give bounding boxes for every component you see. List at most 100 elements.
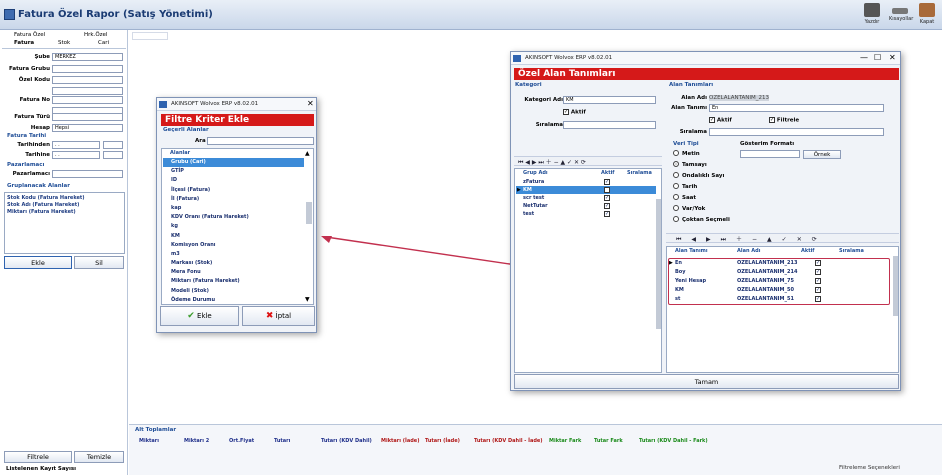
date-from-time-input[interactable] bbox=[103, 141, 123, 149]
row-active-checkbox[interactable]: ✓ bbox=[604, 195, 610, 201]
list-item[interactable]: Miktarı (Fatura Hareket) bbox=[163, 277, 304, 286]
list-item[interactable]: Stok Adı (Fatura Hareket) bbox=[7, 202, 79, 208]
display-format-input[interactable] bbox=[740, 150, 800, 158]
fields-list[interactable]: Alanlar ▲ ▼ Grubu (Cari) GTİP ID İlçesi (Fa… bbox=[161, 148, 314, 305]
list-item[interactable]: kap bbox=[163, 204, 304, 213]
special-code-input[interactable] bbox=[52, 76, 123, 84]
field-navigator[interactable]: ⏮◀▶⏭＋−▲✓✕⟳ bbox=[666, 233, 899, 243]
list-item[interactable]: Modeli (Stok) bbox=[163, 287, 304, 296]
list-item[interactable]: Ödeme Durumu bbox=[163, 296, 304, 305]
close-icon[interactable]: ✕ bbox=[307, 99, 314, 108]
row-active-checkbox[interactable]: ✓ bbox=[815, 296, 821, 302]
scrollbar-thumb[interactable] bbox=[893, 256, 898, 316]
sales-select[interactable] bbox=[52, 170, 123, 178]
list-item[interactable]: Mera Fonu bbox=[163, 268, 304, 277]
shortcuts-button[interactable]: Kısayollar bbox=[889, 2, 913, 28]
group-list[interactable]: Stok Kodu (Fatura Hareket) Stok Adı (Fat… bbox=[4, 192, 125, 254]
add-group-button[interactable]: Ekle bbox=[4, 256, 72, 269]
type-option[interactable]: Saat bbox=[673, 194, 730, 205]
scroll-down-icon[interactable]: ▼ bbox=[305, 296, 310, 303]
table-row[interactable]: Boy OZELALANTANIM_214 ✓ bbox=[669, 268, 889, 277]
table-row[interactable]: zFatura ✓ bbox=[516, 178, 656, 186]
type-option[interactable]: Tamsayı bbox=[673, 161, 730, 172]
scrollbar-thumb[interactable] bbox=[656, 199, 661, 329]
minimize-icon[interactable]: — bbox=[860, 53, 868, 62]
list-item[interactable]: İl (Fatura) bbox=[163, 195, 304, 204]
row-active-checkbox[interactable]: ✓ bbox=[604, 179, 610, 185]
list-item[interactable]: Miktarı (Fatura Hareket) bbox=[7, 209, 76, 215]
field-order-input[interactable] bbox=[709, 128, 884, 136]
field-def-input[interactable]: En bbox=[709, 104, 884, 112]
table-row[interactable]: NetTutar ✓ bbox=[516, 202, 656, 210]
search-input[interactable] bbox=[207, 137, 314, 145]
row-active-checkbox[interactable]: ✓ bbox=[815, 287, 821, 293]
account-select[interactable]: Hepsi bbox=[52, 124, 123, 132]
table-row[interactable]: Yeni Hesap OZELALANTANIM_75 ✓ bbox=[669, 277, 889, 286]
field-active-checkbox[interactable]: ✓ Aktif bbox=[709, 117, 732, 124]
type-option[interactable]: Ondalıklı Sayı bbox=[673, 172, 730, 183]
table-row[interactable]: scr test ✓ bbox=[516, 194, 656, 202]
example-button[interactable]: Örnek bbox=[803, 150, 841, 159]
close-icon[interactable]: ✕ bbox=[889, 53, 896, 62]
date-from-input[interactable]: . . bbox=[52, 141, 100, 149]
radio-icon[interactable] bbox=[673, 205, 679, 211]
add-criteria-button[interactable]: ✔ Ekle bbox=[160, 306, 239, 326]
scroll-up-icon[interactable]: ▲ bbox=[305, 150, 310, 157]
category-active-checkbox[interactable]: ✓ Aktif bbox=[563, 109, 586, 116]
radio-icon[interactable] bbox=[673, 183, 679, 189]
radio-icon[interactable] bbox=[673, 194, 679, 200]
list-item[interactable]: İlçesi (Fatura) bbox=[163, 186, 304, 195]
list-item[interactable]: Komisyon Oranı bbox=[163, 241, 304, 250]
tab-fatura-ozel[interactable]: Fatura Özel bbox=[14, 32, 45, 38]
row-active-checkbox[interactable]: ✓ bbox=[815, 269, 821, 275]
radio-icon[interactable] bbox=[673, 150, 679, 156]
invoice-no-input[interactable] bbox=[52, 96, 123, 104]
tab-hrk-ozel[interactable]: Hrk.Özel bbox=[84, 32, 107, 38]
type-option[interactable]: Tarih bbox=[673, 183, 730, 194]
row-active-checkbox[interactable]: ✓ bbox=[815, 260, 821, 266]
list-item[interactable]: KM bbox=[163, 232, 304, 241]
field-grid[interactable]: Alan Tanımı Alan Adı Aktif Sıralama En OZ… bbox=[666, 246, 899, 373]
radio-icon[interactable] bbox=[673, 172, 679, 178]
type-option[interactable]: Metin bbox=[673, 150, 730, 161]
print-button[interactable]: Yazdır bbox=[861, 2, 883, 28]
list-item[interactable]: Stok Kodu (Fatura Hareket) bbox=[7, 195, 85, 201]
branch-select[interactable]: MERKEZ bbox=[52, 53, 123, 61]
list-item[interactable]: KDV Oranı (Fatura Hareket) bbox=[163, 213, 304, 222]
delete-group-button[interactable]: Sil bbox=[74, 256, 124, 269]
date-to-time-input[interactable] bbox=[103, 151, 123, 159]
list-item[interactable]: Grubu (Cari) bbox=[163, 158, 304, 168]
maximize-icon[interactable]: ☐ bbox=[874, 53, 881, 62]
date-to-input[interactable]: . . bbox=[52, 151, 100, 159]
table-row[interactable]: st OZELALANTANIM_51 ✓ bbox=[669, 295, 889, 304]
list-item[interactable]: GTİP bbox=[163, 167, 304, 176]
row-active-checkbox[interactable]: ✓ bbox=[604, 203, 610, 209]
row-active-checkbox[interactable]: ✓ bbox=[604, 211, 610, 217]
tab-cari[interactable]: Cari bbox=[98, 40, 109, 46]
tab-stok[interactable]: Stok bbox=[58, 40, 70, 46]
special-code-extra-input[interactable] bbox=[52, 87, 123, 95]
list-item[interactable]: ID bbox=[163, 176, 304, 185]
list-item[interactable]: kg bbox=[163, 222, 304, 231]
close-button[interactable]: Kapat bbox=[916, 2, 938, 28]
list-item[interactable]: m3 bbox=[163, 250, 304, 259]
cancel-button[interactable]: ✖ İptal bbox=[242, 306, 315, 326]
invoice-group-select[interactable] bbox=[52, 65, 123, 73]
category-name-input[interactable]: KM bbox=[563, 96, 656, 104]
table-row[interactable]: KM OZELALANTANIM_50 ✓ bbox=[669, 286, 889, 295]
table-row[interactable]: test ✓ bbox=[516, 210, 656, 218]
done-button[interactable]: Tamam bbox=[514, 374, 899, 389]
tab-fatura[interactable]: Fatura bbox=[14, 40, 34, 46]
scrollbar-thumb[interactable] bbox=[306, 202, 312, 224]
clear-button[interactable]: Temizle bbox=[74, 451, 124, 463]
field-filter-checkbox[interactable]: ✓ Filtrele bbox=[769, 117, 799, 124]
table-row[interactable]: KM ✓ ▶ bbox=[516, 186, 656, 194]
radio-icon[interactable] bbox=[673, 161, 679, 167]
category-order-input[interactable] bbox=[563, 121, 656, 129]
radio-icon[interactable] bbox=[673, 216, 679, 222]
row-active-checkbox[interactable]: ✓ bbox=[815, 278, 821, 284]
filter-button[interactable]: Filtrele bbox=[4, 451, 72, 463]
table-row[interactable]: En OZELALANTANIM_213 ✓ ▶ bbox=[669, 259, 889, 268]
list-item[interactable]: Markası (Stok) bbox=[163, 259, 304, 268]
type-option[interactable]: Çoktan Seçmeli bbox=[673, 216, 730, 227]
